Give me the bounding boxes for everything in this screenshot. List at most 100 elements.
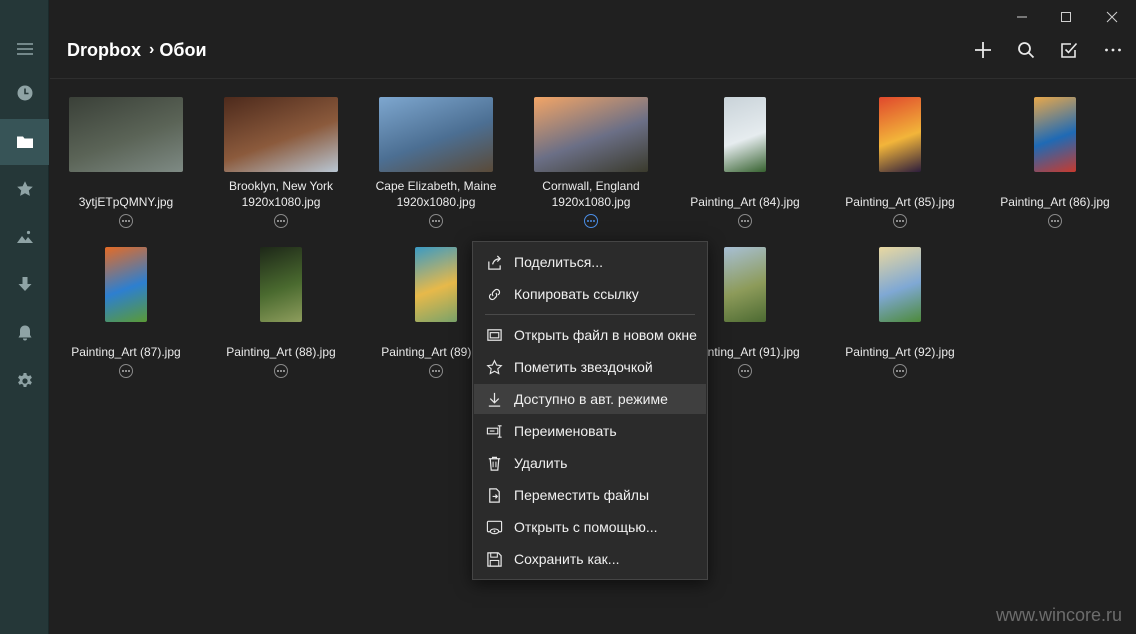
minimize-icon — [1017, 16, 1027, 18]
minimize-button[interactable] — [1002, 4, 1042, 30]
file-thumbnail[interactable] — [879, 247, 921, 322]
sidebar-item-offline[interactable] — [0, 262, 49, 308]
more-dot-icon — [125, 220, 127, 222]
select-button[interactable] — [1055, 38, 1083, 62]
file-tile[interactable]: Painting_Art (92).jpg — [825, 247, 975, 387]
file-thumbnail[interactable] — [224, 97, 338, 172]
star-outline-icon — [484, 357, 504, 377]
file-tile[interactable]: Painting_Art (87).jpg — [51, 247, 201, 387]
file-more-button[interactable] — [119, 214, 133, 228]
share-icon — [484, 252, 504, 272]
file-thumbnail[interactable] — [724, 97, 766, 172]
file-tile[interactable]: Painting_Art (84).jpg — [670, 97, 820, 237]
file-more-button[interactable] — [584, 214, 598, 228]
more-dot-icon — [896, 220, 898, 222]
more-dot-icon — [1051, 220, 1053, 222]
context-menu-item[interactable]: Сохранить как... — [474, 544, 706, 574]
file-tile[interactable]: Cape Elizabeth, Maine 1920x1080.jpg — [361, 97, 511, 237]
add-button[interactable] — [969, 38, 997, 62]
file-more-button[interactable] — [429, 214, 443, 228]
file-tile[interactable]: 3ytjETpQMNY.jpg — [51, 97, 201, 237]
context-menu-item[interactable]: Поделиться... — [474, 247, 706, 277]
file-thumbnail[interactable] — [379, 97, 493, 172]
context-menu-item[interactable]: Переименовать — [474, 416, 706, 446]
maximize-button[interactable] — [1046, 4, 1086, 30]
context-menu-label: Открыть с помощью... — [514, 519, 658, 535]
file-tile[interactable]: Painting_Art (86).jpg — [980, 97, 1130, 237]
file-name: Painting_Art (85).jpg — [845, 195, 955, 209]
file-more-button[interactable] — [738, 364, 752, 378]
file-thumbnail[interactable] — [105, 247, 147, 322]
close-button[interactable] — [1092, 4, 1132, 30]
file-more-button[interactable] — [274, 214, 288, 228]
context-menu-item[interactable]: Переместить файлы — [474, 480, 706, 510]
context-menu-label: Переименовать — [514, 423, 617, 439]
breadcrumb-root[interactable]: Dropbox — [67, 40, 141, 61]
more-dot-icon — [277, 220, 279, 222]
context-menu-label: Открыть файл в новом окне — [514, 327, 697, 343]
context-menu-item[interactable]: Удалить — [474, 448, 706, 478]
more-dot-icon — [122, 220, 124, 222]
context-menu-item[interactable]: Открыть с помощью... — [474, 512, 706, 542]
sidebar-item-recent[interactable] — [0, 70, 49, 116]
more-dot-icon — [280, 220, 282, 222]
header-divider — [50, 78, 1136, 79]
file-name: Brooklyn, New York 1920x1080.jpg — [228, 179, 334, 209]
more-dot-icon — [896, 370, 898, 372]
file-name: Cape Elizabeth, Maine 1920x1080.jpg — [375, 179, 497, 209]
file-more-button[interactable] — [274, 364, 288, 378]
close-icon — [1106, 11, 1118, 23]
file-thumbnail[interactable] — [69, 97, 183, 172]
save-icon — [484, 549, 504, 569]
sidebar-item-files[interactable] — [0, 119, 49, 165]
file-more-button[interactable] — [738, 214, 752, 228]
download-icon — [18, 277, 31, 291]
context-menu-item[interactable]: Открыть файл в новом окне — [474, 320, 706, 350]
hamburger-icon — [16, 43, 33, 55]
search-button[interactable] — [1012, 38, 1040, 62]
file-more-button[interactable] — [893, 364, 907, 378]
context-menu-label: Переместить файлы — [514, 487, 650, 503]
file-tile[interactable]: Painting_Art (85).jpg — [825, 97, 975, 237]
more-dot-icon — [1054, 220, 1056, 222]
breadcrumb: Dropbox › Обои — [67, 38, 207, 62]
context-menu-item[interactable]: Копировать ссылку — [474, 279, 706, 309]
file-tile[interactable]: Brooklyn, New York 1920x1080.jpg — [206, 97, 356, 237]
more-dot-icon — [899, 220, 901, 222]
more-dot-icon — [1057, 220, 1059, 222]
more-dot-icon — [128, 370, 130, 372]
file-thumbnail[interactable] — [724, 247, 766, 322]
more-dot-icon — [432, 370, 434, 372]
context-menu: Поделиться... Копировать ссылку Открыть фа… — [472, 241, 708, 580]
sidebar-item-photos[interactable] — [0, 214, 49, 260]
context-menu-label: Сохранить как... — [514, 551, 620, 567]
file-more-button[interactable] — [1048, 214, 1062, 228]
sidebar — [0, 0, 49, 634]
breadcrumb-separator: › — [149, 41, 155, 58]
context-menu-item[interactable]: Пометить звездочкой — [474, 352, 706, 382]
more-dot-icon — [741, 220, 743, 222]
file-thumbnail[interactable] — [415, 247, 457, 322]
sidebar-item-starred[interactable] — [0, 166, 49, 212]
more-dot-icon — [122, 370, 124, 372]
more-options-button[interactable] — [1099, 38, 1127, 62]
sidebar-item-settings[interactable] — [0, 358, 49, 404]
file-tile[interactable]: Painting_Art (88).jpg — [206, 247, 356, 387]
file-more-button[interactable] — [429, 364, 443, 378]
file-more-button[interactable] — [893, 214, 907, 228]
file-thumbnail[interactable] — [260, 247, 302, 322]
more-dot-icon — [902, 370, 904, 372]
sidebar-item-notifications[interactable] — [0, 310, 49, 356]
file-thumbnail[interactable] — [1034, 97, 1076, 172]
file-tile[interactable]: Cornwall, England 1920x1080.jpg — [516, 97, 666, 237]
sidebar-menu-button[interactable] — [0, 26, 49, 72]
file-thumbnail[interactable] — [534, 97, 648, 172]
more-dot-icon — [747, 220, 749, 222]
more-dot-icon — [902, 220, 904, 222]
context-menu-item[interactable]: Доступно в авт. режиме — [474, 384, 706, 414]
more-dot-icon — [435, 370, 437, 372]
file-thumbnail[interactable] — [879, 97, 921, 172]
plus-icon — [975, 42, 991, 58]
file-more-button[interactable] — [119, 364, 133, 378]
download-arrow-icon — [484, 389, 504, 409]
